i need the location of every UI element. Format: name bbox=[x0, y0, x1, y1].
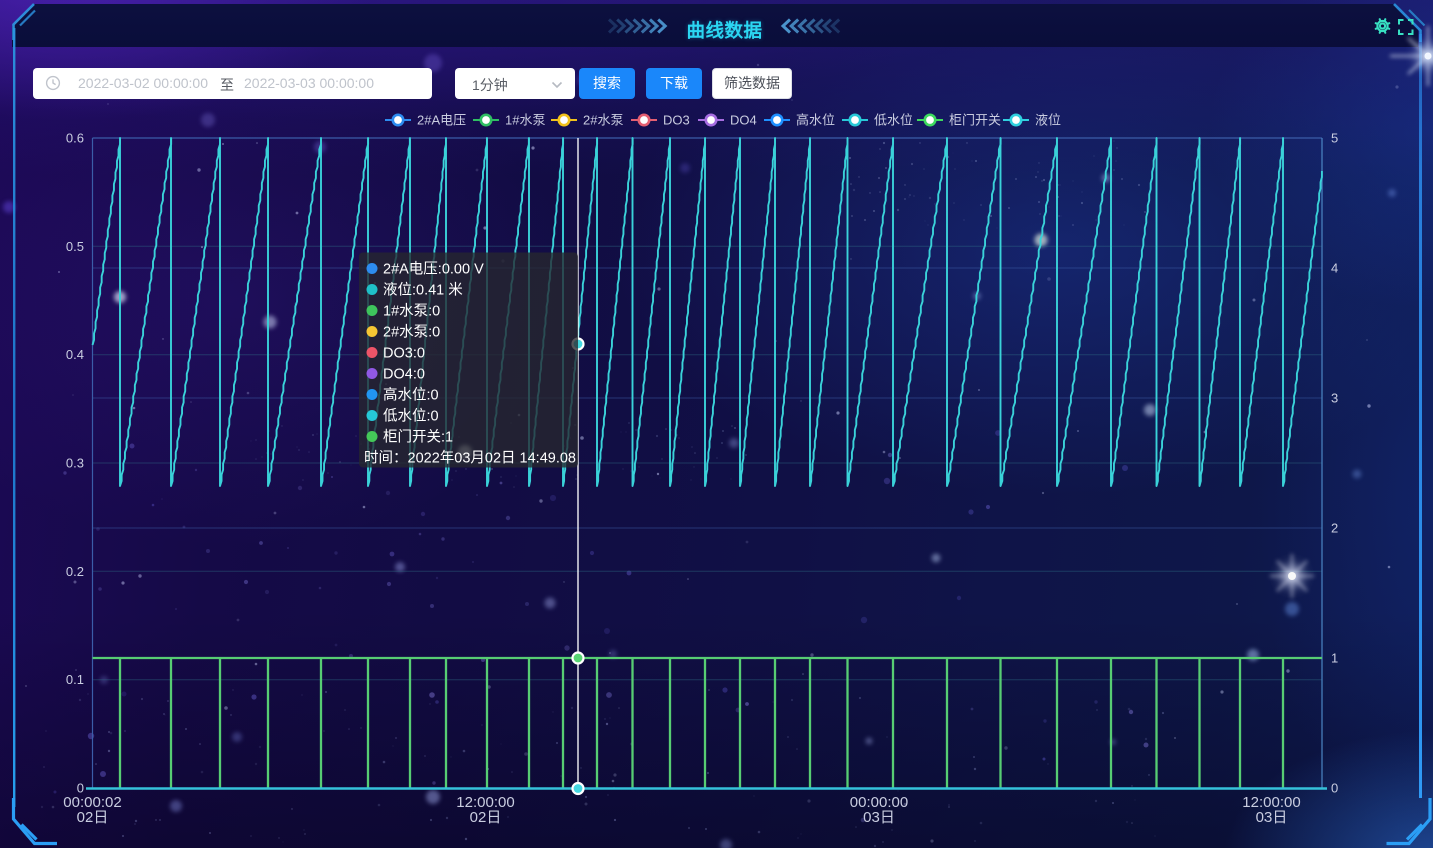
svg-text:1: 1 bbox=[1331, 651, 1338, 666]
svg-text:03日: 03日 bbox=[1256, 809, 1288, 826]
svg-text:0: 0 bbox=[1331, 781, 1338, 796]
svg-text:DO4: DO4 bbox=[730, 113, 757, 128]
svg-text:4: 4 bbox=[1331, 261, 1338, 276]
svg-text:柜门开关: 柜门开关 bbox=[949, 113, 1001, 128]
svg-text:0.1: 0.1 bbox=[66, 672, 84, 687]
svg-text:2#A电压:0.00 V: 2#A电压:0.00 V bbox=[383, 261, 484, 278]
svg-text:0.4: 0.4 bbox=[66, 347, 84, 362]
svg-text:液位: 液位 bbox=[1035, 113, 1061, 128]
svg-text:0.3: 0.3 bbox=[66, 456, 84, 471]
svg-text:高水位: 高水位 bbox=[796, 113, 835, 128]
svg-text:5: 5 bbox=[1331, 131, 1338, 146]
svg-text:柜门开关:1: 柜门开关:1 bbox=[383, 429, 453, 446]
svg-text:02日: 02日 bbox=[470, 809, 502, 826]
svg-text:时间：2022年03月02日 14:49.08: 时间：2022年03月02日 14:49.08 bbox=[364, 450, 576, 467]
svg-text:DO4:0: DO4:0 bbox=[383, 367, 425, 383]
svg-text:1#水泵: 1#水泵 bbox=[505, 113, 545, 128]
svg-text:03日: 03日 bbox=[863, 809, 895, 826]
svg-text:2#水泵:0: 2#水泵:0 bbox=[383, 324, 440, 341]
svg-text:1#水泵:0: 1#水泵:0 bbox=[383, 303, 440, 320]
svg-text:DO3: DO3 bbox=[663, 113, 690, 128]
svg-text:2: 2 bbox=[1331, 521, 1338, 536]
svg-text:低水位: 低水位 bbox=[874, 113, 913, 128]
svg-text:0.2: 0.2 bbox=[66, 564, 84, 579]
svg-text:02日: 02日 bbox=[77, 809, 109, 826]
svg-text:DO3:0: DO3:0 bbox=[383, 346, 425, 362]
svg-text:3: 3 bbox=[1331, 391, 1338, 406]
svg-text:2#水泵: 2#水泵 bbox=[583, 113, 623, 128]
svg-text:低水位:0: 低水位:0 bbox=[383, 408, 439, 425]
svg-text:2#A电压: 2#A电压 bbox=[417, 113, 466, 128]
svg-text:0.6: 0.6 bbox=[66, 131, 84, 146]
svg-text:高水位:0: 高水位:0 bbox=[383, 387, 439, 404]
svg-text:0.5: 0.5 bbox=[66, 239, 84, 254]
svg-text:液位:0.41 米: 液位:0.41 米 bbox=[383, 282, 463, 299]
